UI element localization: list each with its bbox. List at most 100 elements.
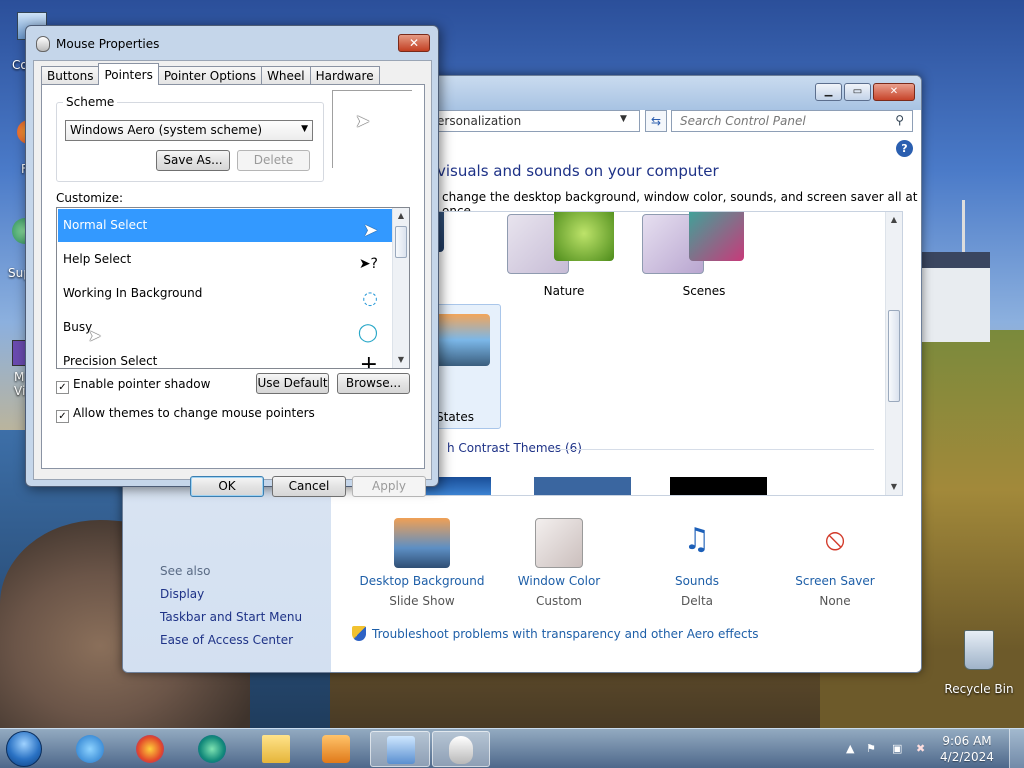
maximize-button[interactable]: ▭ xyxy=(844,83,871,101)
sidebar-link-ease-of-access[interactable]: Ease of Access Center xyxy=(160,633,293,647)
scheme-select[interactable]: Windows Aero (system scheme) ▼ xyxy=(65,120,313,141)
sounds-item[interactable]: ♫ Sounds Delta xyxy=(632,518,762,608)
arrow-cursor-icon: ➤ xyxy=(355,111,371,132)
scheme-group: Scheme Windows Aero (system scheme) ▼ Sa… xyxy=(56,95,324,182)
high-contrast-thumb-3[interactable] xyxy=(670,477,767,495)
desktop-background-item[interactable]: Desktop Background Slide Show xyxy=(357,518,487,608)
theme-label-united-states[interactable]: States xyxy=(436,410,476,424)
scroll-thumb[interactable] xyxy=(888,310,900,402)
window-color-link[interactable]: Window Color xyxy=(494,574,624,588)
screen-saver-item[interactable]: ⦸ Screen Saver None xyxy=(770,518,900,608)
show-desktop-button[interactable] xyxy=(1009,729,1024,768)
volume-muted-icon[interactable]: ✖ xyxy=(916,742,930,756)
tab-buttons[interactable]: Buttons xyxy=(41,66,100,85)
folder-icon xyxy=(262,735,290,763)
window-color-value: Custom xyxy=(536,594,582,608)
pointer-row-precision[interactable]: Precision Select + xyxy=(58,345,392,368)
start-button[interactable] xyxy=(6,731,42,767)
pointer-row-working[interactable]: Working In Background ◌ xyxy=(58,277,392,310)
scroll-up-icon[interactable]: ▲ xyxy=(886,212,902,228)
pointer-list-scrollbar[interactable]: ▲ ▼ xyxy=(392,208,409,368)
high-contrast-thumb-2[interactable] xyxy=(534,477,631,495)
taskbar-firefox[interactable] xyxy=(122,731,178,767)
network-icon[interactable]: ▣ xyxy=(892,742,906,756)
media-player-icon xyxy=(322,735,350,763)
sidebar-link-taskbar[interactable]: Taskbar and Start Menu xyxy=(160,610,302,624)
mouse-cursor-icon: ➤ xyxy=(88,326,102,345)
pointer-row-normal-select[interactable]: Normal Select ➤ xyxy=(58,209,392,242)
address-bar[interactable]: ersonalization xyxy=(428,110,640,132)
dialog-title: Mouse Properties xyxy=(56,37,160,51)
edge-icon xyxy=(198,735,226,763)
control-panel-icon xyxy=(387,736,415,764)
ok-button[interactable]: OK xyxy=(190,476,264,497)
allow-themes-label: Allow themes to change mouse pointers xyxy=(73,406,315,420)
desktop-background-link[interactable]: Desktop Background xyxy=(357,574,487,588)
taskbar: ▲ ⚑ ▣ ✖ 9:06 AM 4/2/2024 xyxy=(0,728,1024,768)
taskbar-explorer[interactable] xyxy=(248,731,304,767)
firefox-icon xyxy=(136,735,164,763)
checkbox-checked-icon[interactable]: ✓ xyxy=(56,381,69,394)
tab-wheel[interactable]: Wheel xyxy=(261,66,311,85)
tab-pointers[interactable]: Pointers xyxy=(98,63,159,85)
taskbar-control-panel[interactable] xyxy=(370,731,430,767)
theme-label-nature[interactable]: Nature xyxy=(524,284,604,298)
cancel-button[interactable]: Cancel xyxy=(272,476,346,497)
tab-hardware[interactable]: Hardware xyxy=(309,66,380,85)
clock-date: 4/2/2024 xyxy=(940,750,994,764)
mouse-properties-dialog: Mouse Properties ✕ Buttons Pointers Poin… xyxy=(25,25,439,497)
taskbar-edge[interactable] xyxy=(184,731,240,767)
system-clock[interactable]: 9:06 AM 4/2/2024 xyxy=(934,733,1000,765)
dialog-close-button[interactable]: ✕ xyxy=(398,34,430,52)
taskbar-internet-explorer[interactable] xyxy=(62,731,118,767)
pointer-row-busy[interactable]: Busy ◯ xyxy=(58,311,392,344)
theme-image-nature xyxy=(554,212,614,261)
customize-label: Customize: xyxy=(56,191,124,205)
minimize-button[interactable]: ▁ xyxy=(815,83,842,101)
shield-icon xyxy=(352,626,366,641)
save-as-button[interactable]: Save As... xyxy=(156,150,230,171)
desktop-icon-recycle-bin[interactable]: Recycle Bin xyxy=(944,630,1014,696)
apply-button[interactable]: Apply xyxy=(352,476,426,497)
scheme-legend: Scheme xyxy=(63,95,118,109)
checkbox-checked-icon[interactable]: ✓ xyxy=(56,410,69,423)
address-dropdown-icon[interactable]: ▼ xyxy=(620,114,627,124)
pointer-row-label: Normal Select xyxy=(63,218,148,232)
window-color-item[interactable]: Window Color Custom xyxy=(494,518,624,608)
scroll-thumb[interactable] xyxy=(395,226,407,258)
pointer-list: Normal Select ➤ Help Select ➤? Working I… xyxy=(56,207,410,369)
search-icon[interactable]: ⚲ xyxy=(895,113,904,127)
close-button[interactable]: ✕ xyxy=(873,83,915,101)
delete-button[interactable]: Delete xyxy=(237,150,310,171)
pointer-row-help-select[interactable]: Help Select ➤? xyxy=(58,243,392,276)
scroll-up-icon[interactable]: ▲ xyxy=(393,208,409,224)
window-color-icon xyxy=(535,518,583,568)
enable-shadow-checkbox[interactable]: ✓ Enable pointer shadow xyxy=(56,377,210,394)
help-icon[interactable]: ? xyxy=(896,140,913,157)
themes-scrollbar[interactable]: ▲ ▼ xyxy=(885,212,902,495)
action-center-flag-icon[interactable]: ⚑ xyxy=(866,742,880,756)
recycle-bin-label: Recycle Bin xyxy=(944,682,1014,696)
scheme-select-value: Windows Aero (system scheme) xyxy=(70,123,263,137)
search-input[interactable]: Search Control Panel ⚲ xyxy=(671,110,913,132)
sounds-value: Delta xyxy=(680,594,713,608)
use-default-button[interactable]: Use Default xyxy=(256,373,329,394)
theme-label-scenes[interactable]: Scenes xyxy=(659,284,749,298)
scroll-down-icon[interactable]: ▼ xyxy=(393,352,409,368)
search-placeholder: Search Control Panel xyxy=(680,114,806,128)
browse-button[interactable]: Browse... xyxy=(337,373,410,394)
taskbar-media-player[interactable] xyxy=(308,731,364,767)
screen-saver-link[interactable]: Screen Saver xyxy=(770,574,900,588)
refresh-icon[interactable]: ⇆ xyxy=(645,110,667,132)
troubleshoot-link[interactable]: Troubleshoot problems with transparency … xyxy=(352,626,759,641)
sidebar-link-display[interactable]: Display xyxy=(160,587,204,601)
show-hidden-icons-icon[interactable]: ▲ xyxy=(846,742,860,756)
section-divider xyxy=(554,449,874,450)
sounds-link[interactable]: Sounds xyxy=(632,574,762,588)
tab-pointer-options[interactable]: Pointer Options xyxy=(157,66,263,85)
page-title: visuals and sounds on your computer xyxy=(437,162,719,180)
desktop-background-value: Slide Show xyxy=(389,594,455,608)
allow-themes-checkbox[interactable]: ✓ Allow themes to change mouse pointers xyxy=(56,406,315,423)
taskbar-mouse-properties[interactable] xyxy=(432,731,490,767)
scroll-down-icon[interactable]: ▼ xyxy=(886,479,902,495)
